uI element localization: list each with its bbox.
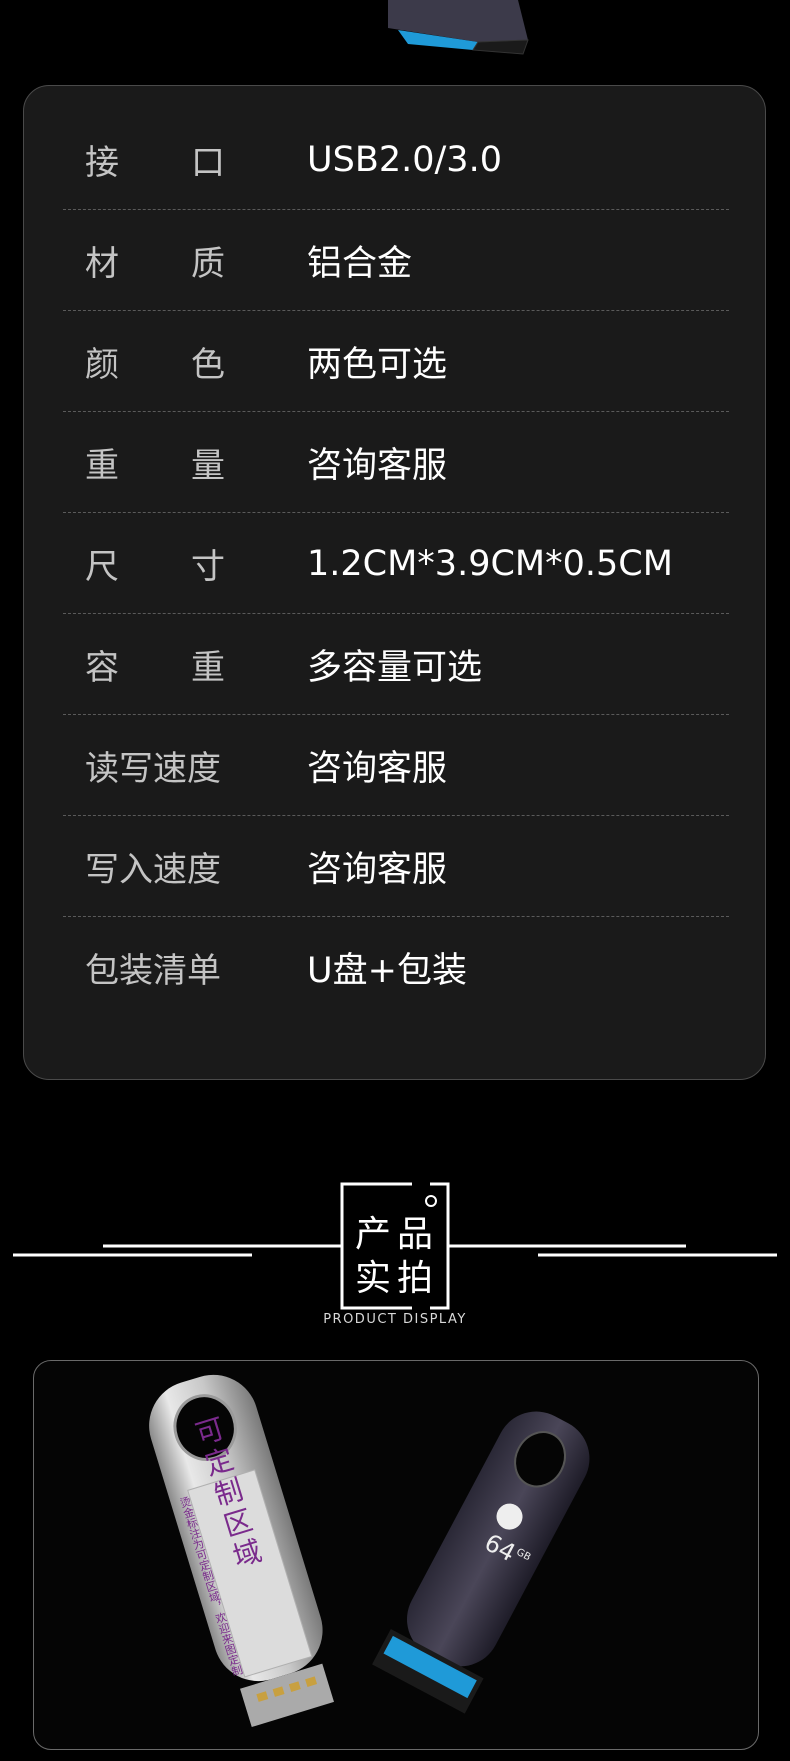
spec-label: 接口	[85, 143, 225, 183]
spec-label: 重量	[85, 446, 225, 486]
spec-value: 咨询客服	[307, 446, 448, 486]
spec-row: 接口 USB2.0/3.0	[63, 109, 729, 210]
spec-row: 颜色 两色可选	[63, 311, 729, 412]
spec-row: 材质 铝合金	[63, 210, 729, 311]
spec-value: 铝合金	[307, 244, 413, 284]
spec-row: 重量 咨询客服	[63, 412, 729, 513]
spec-label: 包装清单	[85, 951, 221, 991]
section-title-line1: 产品	[355, 1214, 440, 1255]
product-display-heading: 产品 实拍 PRODUCT DISPLAY	[0, 1180, 790, 1330]
spec-card: 接口 USB2.0/3.0 材质铝合金颜色两色可选重量咨询客服尺寸 1.2CM*3.9…	[23, 85, 766, 1080]
spec-row: 容重 多容量可选	[63, 614, 729, 715]
spec-value: 1.2CM*3.9CM*0.5CM	[307, 543, 673, 584]
section-title-line2: 实拍	[355, 1258, 440, 1299]
spec-label: 读写速度	[85, 749, 221, 789]
section-title: 产品 实拍	[355, 1213, 439, 1301]
spec-label: 写入速度	[85, 850, 221, 890]
spec-value: 多容量可选	[307, 648, 483, 688]
spec-row: 尺寸 1.2CM*3.9CM*0.5CM	[63, 513, 729, 614]
dark-usb-drive: 64 GB	[372, 1411, 590, 1714]
spec-row: 包装清单 U盘+包装	[63, 917, 729, 1018]
spec-value: U盘+包装	[307, 951, 467, 991]
spec-value: 两色可选	[307, 345, 448, 385]
spec-label: 材质	[85, 244, 225, 284]
spec-value: 咨询客服	[307, 749, 448, 789]
product-photo-frame: 可定制区域 烫金标注为可定制区域，欢迎来图定制 64 GB	[33, 1360, 759, 1750]
spec-label: 颜色	[85, 345, 225, 385]
spec-row: 写入速度 咨询客服	[63, 816, 729, 917]
usb-drive-top-image	[388, 0, 529, 55]
spec-row: 读写速度 咨询客服	[63, 715, 729, 816]
section-subtitle: PRODUCT DISPLAY	[323, 1312, 467, 1327]
spec-label: 容重	[85, 648, 225, 688]
spec-label: 尺寸	[85, 547, 225, 587]
silver-usb-drive: 可定制区域 烫金标注为可定制区域，欢迎来图定制	[149, 1374, 334, 1728]
product-photo: 可定制区域 烫金标注为可定制区域，欢迎来图定制 64 GB	[149, 1374, 590, 1728]
spec-value: 咨询客服	[307, 850, 448, 890]
spec-value: USB2.0/3.0	[307, 139, 502, 180]
